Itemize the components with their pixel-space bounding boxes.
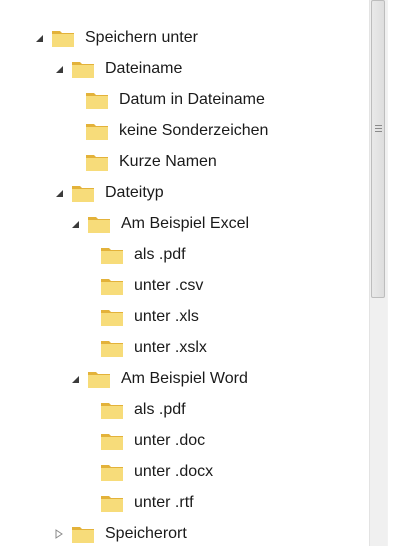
adjacent-pane-edge <box>387 0 405 546</box>
tree-item-label: als .pdf <box>134 245 186 263</box>
folder-icon <box>99 461 125 483</box>
tree-item-unter-doc[interactable]: unter .doc <box>99 425 205 456</box>
expanded-triangle-icon[interactable] <box>32 31 46 45</box>
folder-tree-pane: Speichern unter Dateiname Datum in Datei… <box>0 0 369 546</box>
vertical-scrollbar[interactable] <box>369 0 387 546</box>
tree-item-speicherort[interactable]: Speicherort <box>52 518 187 546</box>
tree-item-datum-in-dateiname[interactable]: Datum in Dateiname <box>84 84 265 115</box>
collapsed-triangle-icon[interactable] <box>52 527 66 541</box>
folder-icon <box>70 58 96 80</box>
folder-icon <box>70 182 96 204</box>
folder-icon <box>84 151 110 173</box>
tree-item-keine-sonderzeichen[interactable]: keine Sonderzeichen <box>84 115 268 146</box>
tree-item-label: unter .csv <box>134 276 204 294</box>
tree-item-label: Dateiname <box>105 59 183 77</box>
tree-item-am-beispiel-excel[interactable]: Am Beispiel Excel <box>68 208 249 239</box>
tree-item-label: Datum in Dateiname <box>119 90 265 108</box>
tree-item-label: als .pdf <box>134 400 186 418</box>
tree-item-label: Speichern unter <box>85 28 198 46</box>
tree-item-label: unter .doc <box>134 431 206 449</box>
folder-icon <box>99 306 125 328</box>
tree-item-label: unter .docx <box>134 462 214 480</box>
tree-item-als-pdf-word[interactable]: als .pdf <box>99 394 186 425</box>
expanded-triangle-icon[interactable] <box>68 217 82 231</box>
tree-item-dateityp[interactable]: Dateityp <box>52 177 164 208</box>
folder-icon <box>70 523 96 545</box>
tree-item-unter-docx[interactable]: unter .docx <box>99 456 213 487</box>
tree-item-label: keine Sonderzeichen <box>119 121 269 139</box>
tree-item-speichern-unter[interactable]: Speichern unter <box>32 22 198 53</box>
grip-line <box>375 128 382 129</box>
tree-item-unter-csv[interactable]: unter .csv <box>99 270 203 301</box>
tree-item-label: Kurze Namen <box>119 152 217 170</box>
folder-icon <box>99 244 125 266</box>
tree-item-label: Am Beispiel Word <box>121 369 248 387</box>
tree-item-label: unter .xslx <box>134 338 207 356</box>
tree-item-label: unter .xls <box>134 307 199 325</box>
tree-item-label: Am Beispiel Excel <box>121 214 250 232</box>
tree-item-unter-xslx[interactable]: unter .xslx <box>99 332 207 363</box>
folder-icon <box>50 27 76 49</box>
folder-icon <box>99 337 125 359</box>
tree-item-unter-xls[interactable]: unter .xls <box>99 301 199 332</box>
folder-icon <box>99 399 125 421</box>
tree-item-unter-rtf[interactable]: unter .rtf <box>99 487 194 518</box>
tree-item-label: unter .rtf <box>134 493 194 511</box>
scrollbar-thumb[interactable] <box>371 0 385 298</box>
folder-icon <box>99 492 125 514</box>
folder-icon <box>84 120 110 142</box>
grip-line <box>375 125 382 126</box>
tree-item-als-pdf-excel[interactable]: als .pdf <box>99 239 186 270</box>
folder-icon <box>84 89 110 111</box>
expanded-triangle-icon[interactable] <box>52 186 66 200</box>
tree-item-kurze-namen[interactable]: Kurze Namen <box>84 146 217 177</box>
expanded-triangle-icon[interactable] <box>52 62 66 76</box>
tree-item-label: Dateityp <box>105 183 164 201</box>
tree-item-am-beispiel-word[interactable]: Am Beispiel Word <box>68 363 248 394</box>
folder-icon <box>99 430 125 452</box>
expanded-triangle-icon[interactable] <box>68 372 82 386</box>
tree-item-dateiname[interactable]: Dateiname <box>52 53 182 84</box>
folder-icon <box>99 275 125 297</box>
tree-item-label: Speicherort <box>105 524 187 542</box>
folder-icon <box>86 213 112 235</box>
grip-line <box>375 131 382 132</box>
folder-icon <box>86 368 112 390</box>
